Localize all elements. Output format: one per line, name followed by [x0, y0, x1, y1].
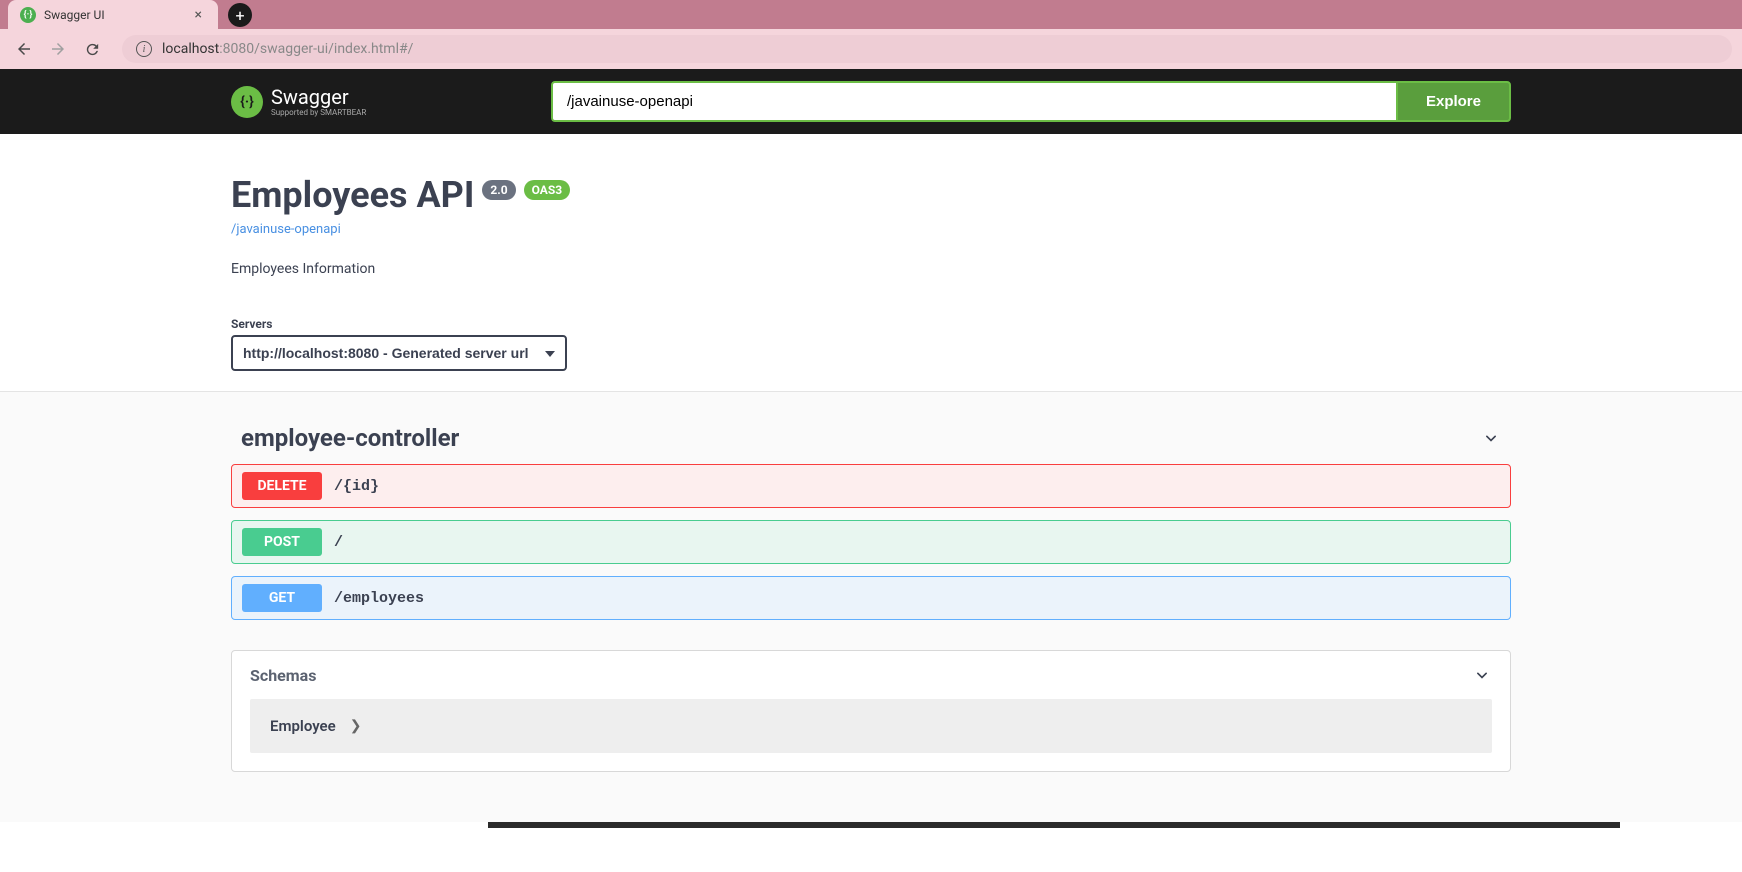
back-button[interactable]: [10, 35, 38, 63]
operation-post[interactable]: POST /: [231, 520, 1511, 564]
tag-name: employee-controller: [241, 424, 459, 452]
logo-subtext: Supported by SMARTBEAR: [271, 109, 366, 117]
schemas-header[interactable]: Schemas: [232, 651, 1510, 699]
server-select[interactable]: http://localhost:8080 - Generated server…: [231, 335, 567, 371]
operation-delete[interactable]: DELETE /{id}: [231, 464, 1511, 508]
api-title: Employees API: [231, 174, 474, 216]
tab-bar: {·} Swagger UI × +: [0, 0, 1742, 29]
arrow-left-icon: [15, 40, 33, 58]
reload-button[interactable]: [78, 35, 106, 63]
browser-chrome: {·} Swagger UI × + i localhost:8080/swag…: [0, 0, 1742, 69]
spec-form: Explore: [551, 81, 1511, 122]
tab-title: Swagger UI: [44, 8, 191, 22]
schemas-section: Schemas Employee ❯: [231, 650, 1511, 772]
content: Employees API 2.0 OAS3 /javainuse-openap…: [0, 134, 1742, 822]
chevron-right-icon: ❯: [350, 718, 362, 734]
taskbar-fragment: [488, 822, 1620, 828]
url-bar[interactable]: i localhost:8080/swagger-ui/index.html#/: [122, 35, 1732, 63]
arrow-right-icon: [49, 40, 67, 58]
swagger-logo[interactable]: {·} Swagger Supported by SMARTBEAR: [231, 86, 366, 118]
version-badge: 2.0: [482, 180, 515, 200]
method-badge: POST: [242, 528, 322, 556]
info-section: Employees API 2.0 OAS3 /javainuse-openap…: [0, 134, 1742, 317]
chevron-down-icon: [1481, 428, 1501, 448]
reload-icon: [84, 41, 101, 58]
method-badge: DELETE: [242, 472, 322, 500]
swagger-favicon-icon: {·}: [20, 7, 36, 23]
swagger-logo-icon: {·}: [231, 86, 263, 118]
schema-name: Employee: [270, 717, 336, 735]
explore-button[interactable]: Explore: [1396, 81, 1511, 122]
schemas-title: Schemas: [250, 666, 316, 685]
forward-button[interactable]: [44, 35, 72, 63]
schema-item[interactable]: Employee ❯: [250, 699, 1492, 753]
oas-badge: OAS3: [524, 180, 571, 200]
site-info-icon[interactable]: i: [136, 41, 152, 57]
operation-get[interactable]: GET /employees: [231, 576, 1511, 620]
spec-link[interactable]: /javainuse-openapi: [231, 222, 341, 237]
operation-path: /employees: [334, 590, 424, 607]
spec-url-input[interactable]: [551, 81, 1396, 122]
new-tab-button[interactable]: +: [228, 3, 252, 27]
logo-text: Swagger: [271, 87, 366, 107]
operation-path: /{id}: [334, 478, 379, 495]
operations-section: employee-controller DELETE /{id} POST / …: [0, 392, 1742, 822]
close-tab-icon[interactable]: ×: [191, 7, 206, 23]
servers-section: Servers http://localhost:8080 - Generate…: [0, 317, 1742, 392]
swagger-topbar: {·} Swagger Supported by SMARTBEAR Explo…: [0, 69, 1742, 134]
api-description: Employees Information: [231, 261, 1511, 277]
browser-tab[interactable]: {·} Swagger UI ×: [8, 0, 218, 29]
chevron-down-icon: [1472, 665, 1492, 685]
nav-bar: i localhost:8080/swagger-ui/index.html#/: [0, 29, 1742, 69]
method-badge: GET: [242, 584, 322, 612]
operation-path: /: [334, 534, 343, 551]
tag-header[interactable]: employee-controller: [231, 412, 1511, 464]
servers-label: Servers: [231, 317, 1511, 331]
url-host: localhost:8080/swagger-ui/index.html#/: [162, 41, 413, 57]
